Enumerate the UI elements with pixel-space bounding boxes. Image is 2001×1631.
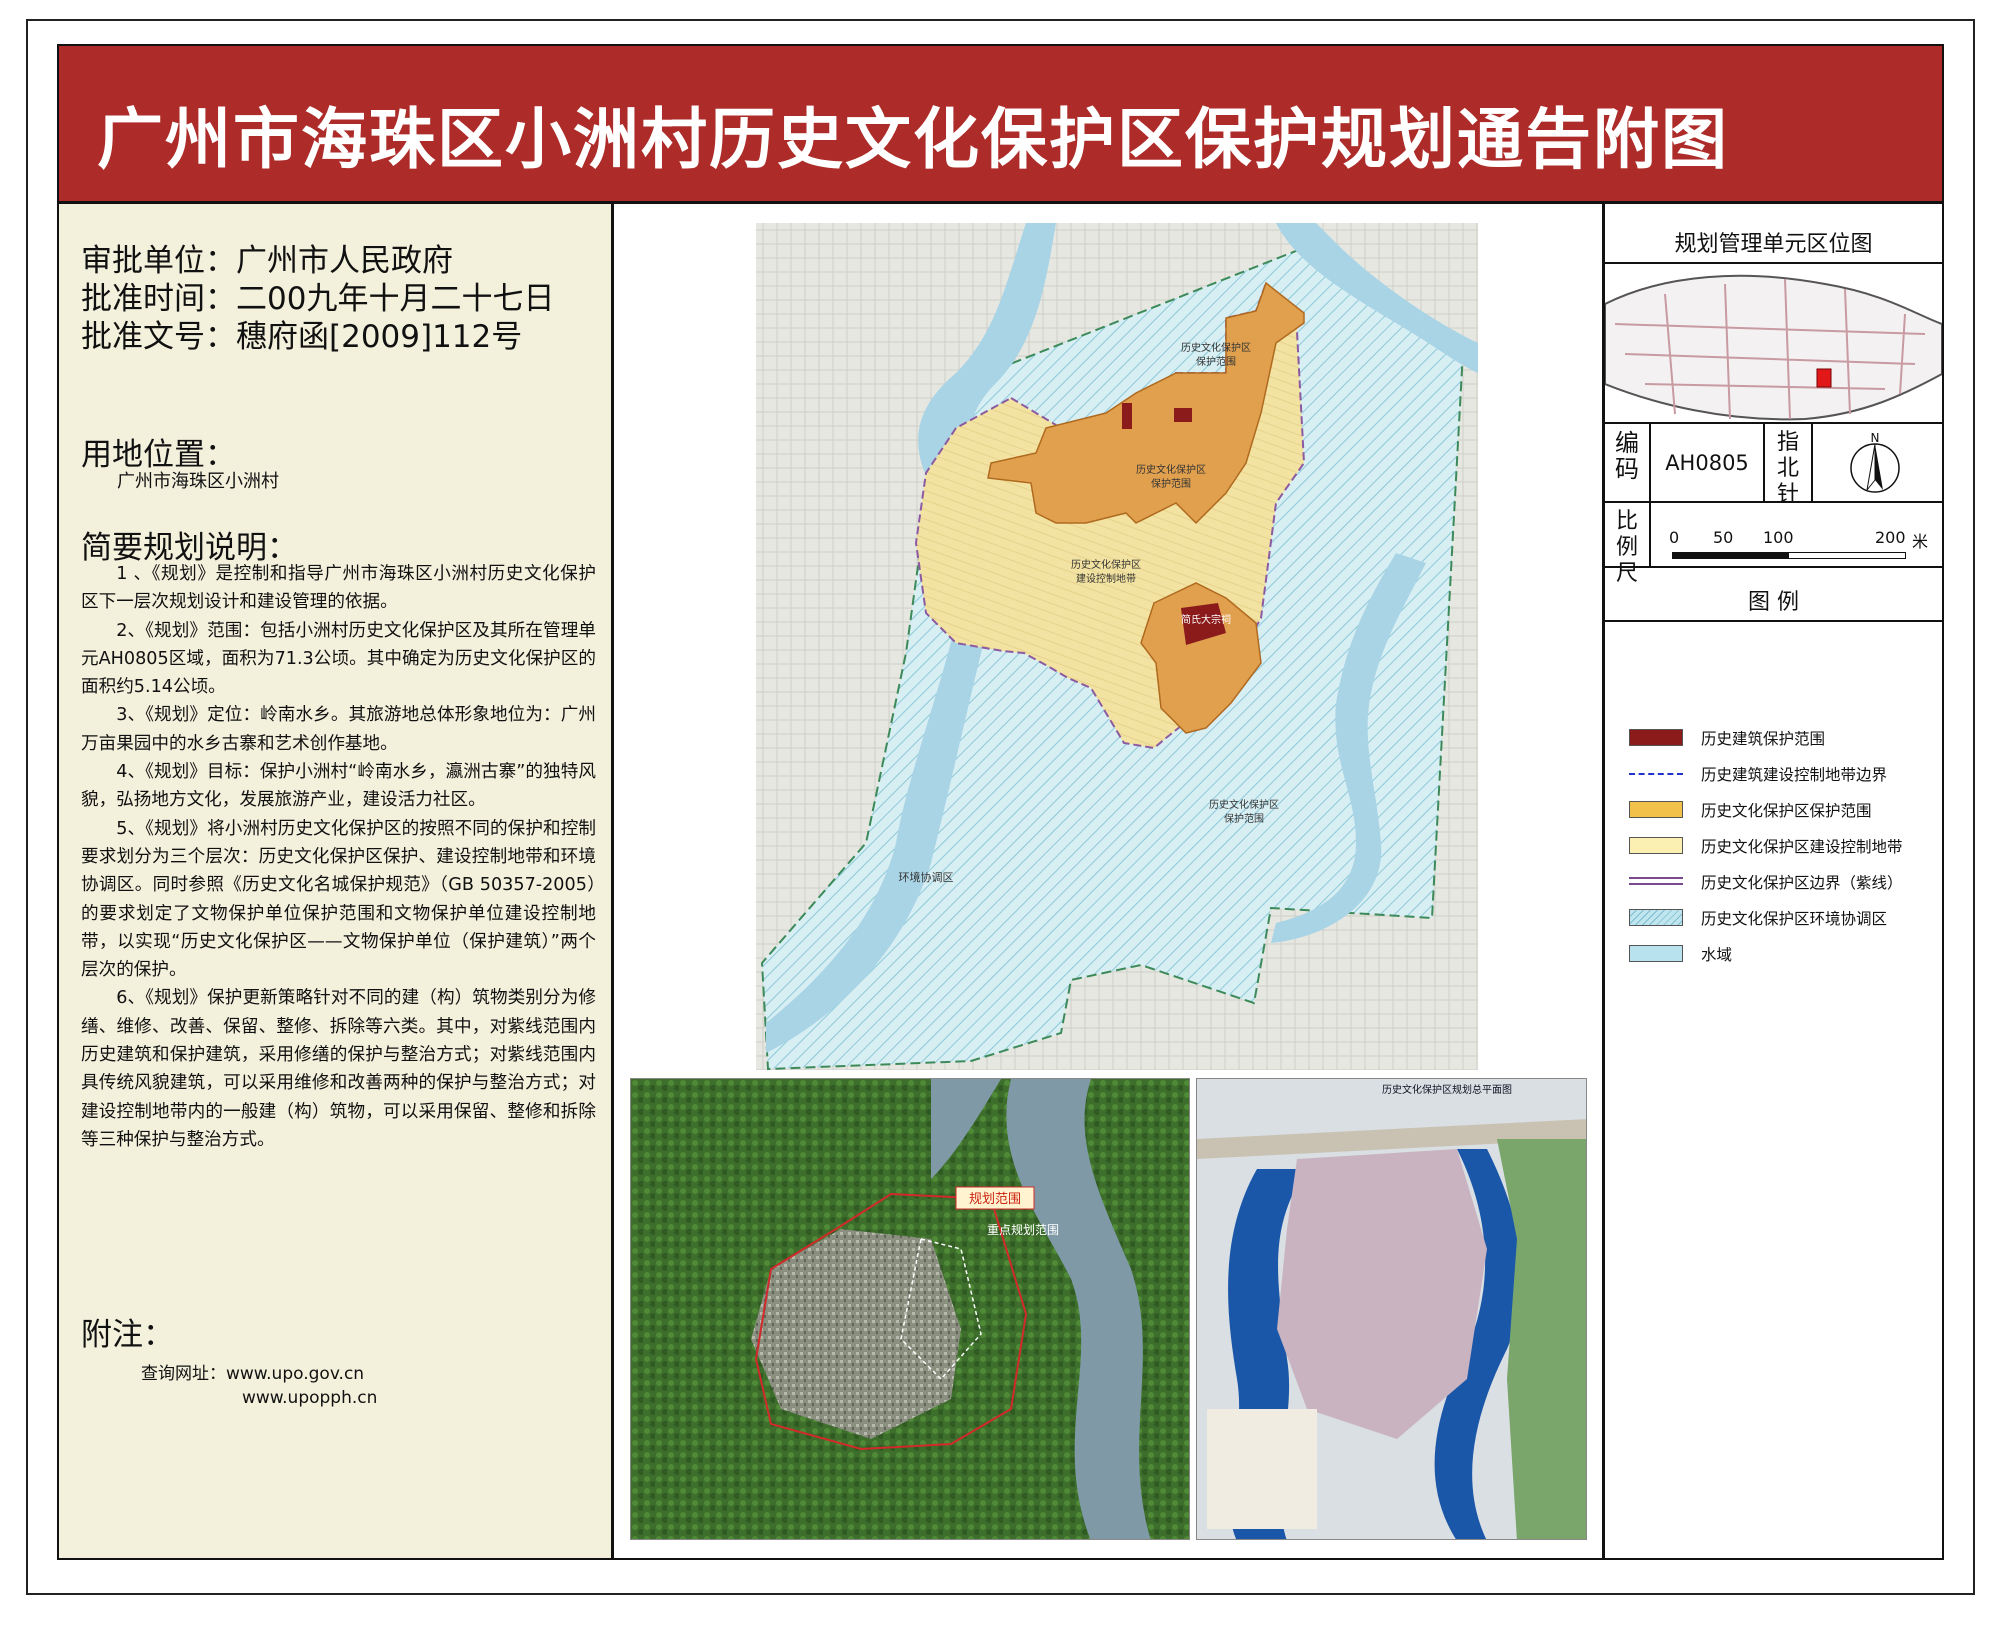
- legend-swatch: [1629, 837, 1683, 854]
- location-map-title: 规划管理单元区位图: [1674, 232, 1873, 257]
- legend-swatch: [1629, 765, 1683, 775]
- heritage-building: [1174, 408, 1192, 422]
- description-paragraph: 6、《规划》保护更新策略针对不同的建（构）筑物类别分为修缮、维修、改善、保留、整…: [81, 988, 596, 1150]
- divider: [1811, 422, 1813, 501]
- scale-tick: 50: [1713, 528, 1734, 547]
- description-paragraph: 4、《规划》目标：保护小洲村“岭南水乡，瀛洲古寨”的独特风貌，弘扬地方文化，发展…: [81, 762, 596, 811]
- query-url-2: www.upopph.cn: [242, 1388, 378, 1408]
- approval-block: 审批单位：广州市人民政府 批准时间：二00九年十月二十七日 批准文号：穗府函[2…: [81, 242, 554, 356]
- legend-swatch: [1629, 801, 1683, 818]
- query-url: 查询网址：www.upo.gov.cn: [141, 1364, 365, 1384]
- label-zone: 保护范围: [1196, 355, 1236, 368]
- label-core-top: 历史文化保护区: [1136, 463, 1206, 476]
- legend-label: 历史文化保护区建设控制地带: [1701, 838, 1903, 856]
- masterplan-caption: 历史文化保护区规划总平面图: [1382, 1083, 1512, 1096]
- planning-map: 历史文化保护区 保护范围 历史文化保护区 保护范围 历史文化保护区 建设控制地带…: [756, 223, 1478, 1070]
- scale-tick: 100: [1763, 528, 1794, 547]
- description-paragraph: 2、《规划》范围：包括小洲村历史文化保护区及其所在管理单元AH0805区域，面积…: [81, 620, 596, 698]
- scale-tick: 0: [1669, 528, 1680, 547]
- label-zone: 历史文化保护区: [1181, 341, 1251, 354]
- title-bar: 广州市海珠区小洲村历史文化保护区保护规划通告附图: [59, 46, 1942, 204]
- location-map-marker: [1816, 368, 1832, 388]
- scale-bar: [1672, 552, 1906, 559]
- aerial-image: 规划范围 重点规划范围: [631, 1079, 1189, 1539]
- legend-swatch: [1629, 729, 1683, 746]
- north-label: 指北针: [1776, 430, 1799, 507]
- legend-swatch: [1629, 877, 1683, 885]
- heritage-building: [1122, 403, 1132, 429]
- description-paragraph: 1 、《规划》是控制和指导广州市海珠区小洲村历史文化保护区下一层次规划设计和建设…: [81, 564, 596, 613]
- legend-label: 历史建筑建设控制地带边界: [1701, 766, 1888, 784]
- legend-swatch: [1629, 945, 1683, 962]
- location-map: [1605, 264, 1942, 422]
- code-value: AH0805: [1665, 451, 1749, 475]
- north-arrow-icon: N: [1850, 431, 1900, 493]
- approval-date: 批准时间：二00九年十月二十七日: [81, 281, 555, 317]
- page-title: 广州市海珠区小洲村历史文化保护区保护规划通告附图: [97, 101, 1729, 178]
- label-control: 历史文化保护区: [1071, 558, 1141, 571]
- label-hall: 简氏大宗祠: [1181, 613, 1231, 626]
- scale-label: 比例尺: [1615, 509, 1638, 586]
- legend-label: 历史文化保护区保护范围: [1701, 802, 1872, 820]
- description-body: 1 、《规划》是控制和指导广州市海珠区小洲村历史文化保护区下一层次规划设计和建设…: [81, 560, 596, 1154]
- scale-tick: 200: [1875, 528, 1906, 547]
- legend-title: 图 例: [1748, 590, 1799, 615]
- label-core-bottom: 保护范围: [1224, 812, 1264, 825]
- label-control: 建设控制地带: [1076, 572, 1136, 585]
- legend-label: 水域: [1701, 946, 1733, 964]
- divider: [1605, 422, 1942, 424]
- master-plan-drawing: 历史文化保护区规划总平面图: [1197, 1079, 1586, 1539]
- label-env: 环境协调区: [899, 870, 954, 884]
- aerial-label-key: 重点规划范围: [987, 1222, 1059, 1237]
- legend-label: 历史文化保护区环境协调区: [1701, 910, 1888, 928]
- legend-label: 历史文化保护区边界（紫线）: [1701, 874, 1903, 892]
- approval-doc-number: 批准文号：穗府函[2009]112号: [81, 319, 523, 355]
- right-info-panel: 规划管理单元区位图 编码 AH0805 指北针 N 比例尺 0 50 100 2…: [1602, 204, 1942, 1558]
- left-info-panel: 审批单位：广州市人民政府 批准时间：二00九年十月二十七日 批准文号：穗府函[2…: [59, 204, 614, 1558]
- aerial-photo: 规划范围 重点规划范围: [630, 1078, 1190, 1540]
- legend-label: 历史建筑保护范围: [1701, 730, 1826, 748]
- scale-unit: 米: [1912, 532, 1929, 551]
- divider: [1649, 422, 1651, 566]
- divider: [1605, 501, 1942, 503]
- divider: [1605, 566, 1942, 568]
- master-plan-image: 历史文化保护区规划总平面图: [1196, 1078, 1587, 1540]
- label-core-top: 保护范围: [1151, 477, 1191, 490]
- aerial-label-plan: 规划范围: [969, 1192, 1021, 1207]
- site-location: 广州市海珠区小洲村: [117, 471, 279, 492]
- approval-unit: 审批单位：广州市人民政府: [81, 243, 453, 279]
- description-paragraph: 3、《规划》定位：岭南水乡。其旅游地总体形象地位为：广州万亩果园中的水乡古寨和艺…: [81, 705, 596, 754]
- legend-swatch: [1629, 909, 1683, 926]
- notes-heading: 附注：: [81, 1317, 174, 1353]
- code-label: 编码: [1615, 429, 1639, 483]
- description-paragraph: 5、《规划》将小洲村历史文化保护区的按照不同的保护和控制要求划分为三个层次：历史…: [81, 818, 596, 981]
- divider: [1605, 620, 1942, 622]
- masterplan-sketch: [1207, 1409, 1317, 1529]
- north-letter: N: [1871, 431, 1880, 445]
- divider: [1763, 422, 1765, 501]
- label-core-bottom: 历史文化保护区: [1209, 798, 1279, 811]
